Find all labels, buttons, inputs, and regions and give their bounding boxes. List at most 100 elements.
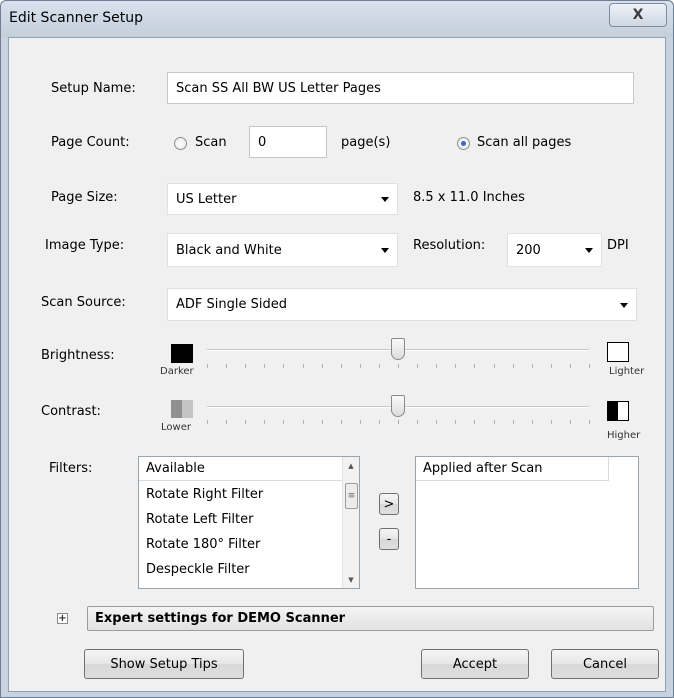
scan-all-pages-radio[interactable] xyxy=(457,137,470,150)
page-count-label: Page Count: xyxy=(51,135,130,150)
scan-all-pages-label[interactable]: Scan all pages xyxy=(477,135,571,150)
slider-tick xyxy=(226,364,227,368)
available-filters-scrollbar[interactable]: ▲ ≡ ▼ xyxy=(342,457,359,588)
slider-tick xyxy=(264,364,265,368)
title-bar[interactable]: Edit Scanner Setup X xyxy=(1,1,673,37)
cancel-label: Cancel xyxy=(582,656,628,672)
slider-tick xyxy=(207,364,208,368)
slider-tick xyxy=(513,364,514,368)
remove-filter-button-label: - xyxy=(386,531,392,547)
scan-source-dropdown[interactable]: ADF Single Sided xyxy=(167,288,637,321)
slider-tick xyxy=(455,364,456,368)
filter-list-item[interactable]: Rotate 180° Filter xyxy=(146,537,260,552)
page-count-input[interactable]: 0 xyxy=(249,126,327,158)
accept-label: Accept xyxy=(452,656,498,672)
applied-filters-header: Applied after Scan xyxy=(416,457,608,481)
slider-tick xyxy=(474,364,475,368)
slider-tick xyxy=(360,364,361,368)
add-filter-button-label: > xyxy=(383,496,395,512)
slider-tick xyxy=(436,364,437,368)
scan-count-radio[interactable] xyxy=(174,137,187,150)
lower-contrast-swatch-icon xyxy=(171,400,193,418)
page-count-value: 0 xyxy=(258,134,267,150)
slider-tick xyxy=(341,364,342,368)
slider-tick xyxy=(360,420,361,424)
scan-count-radio-label[interactable]: Scan xyxy=(195,135,227,150)
chevron-down-icon xyxy=(381,197,389,202)
setup-name-value: Scan SS All BW US Letter Pages xyxy=(176,80,381,96)
filters-label: Filters: xyxy=(49,461,93,476)
image-type-dropdown[interactable]: Black and White xyxy=(167,233,398,267)
slider-tick xyxy=(589,420,590,424)
slider-tick xyxy=(532,364,533,368)
resolution-dropdown[interactable]: 200 xyxy=(507,233,602,267)
accept-button[interactable]: Accept xyxy=(421,649,529,679)
slider-tick xyxy=(283,420,284,424)
column-divider xyxy=(608,457,609,481)
slider-tick xyxy=(303,364,304,368)
slider-tick xyxy=(322,420,323,424)
chevron-down-icon xyxy=(381,248,389,253)
slider-tick xyxy=(398,364,399,368)
darker-swatch-icon xyxy=(171,344,193,363)
scan-source-label: Scan Source: xyxy=(41,295,126,310)
slider-tick xyxy=(494,420,495,424)
slider-tick xyxy=(283,364,284,368)
dialog-body: Setup Name: Scan SS All BW US Letter Pag… xyxy=(8,37,666,692)
contrast-label: Contrast: xyxy=(41,404,101,419)
page-count-unit-label: page(s) xyxy=(341,135,391,150)
remove-filter-button[interactable]: - xyxy=(379,528,399,550)
image-type-label: Image Type: xyxy=(45,238,125,253)
slider-tick xyxy=(551,420,552,424)
available-filters-list[interactable]: Available Rotate Right Filter Rotate Left… xyxy=(138,456,360,589)
scroll-thumb[interactable]: ≡ xyxy=(345,483,358,509)
chevron-down-icon xyxy=(585,248,593,253)
slider-tick xyxy=(570,364,571,368)
slider-tick xyxy=(551,364,552,368)
chevron-down-icon xyxy=(620,302,628,308)
show-setup-tips-button[interactable]: Show Setup Tips xyxy=(84,649,244,679)
slider-tick xyxy=(513,420,514,424)
page-size-dropdown[interactable]: US Letter xyxy=(167,183,398,215)
lighter-swatch-icon xyxy=(607,342,629,362)
slider-tick xyxy=(264,420,265,424)
slider-tick xyxy=(494,364,495,368)
page-size-dimensions: 8.5 x 11.0 Inches xyxy=(413,190,525,205)
page-size-selected: US Letter xyxy=(176,191,237,207)
setup-name-input[interactable]: Scan SS All BW US Letter Pages xyxy=(167,72,634,104)
applied-filters-list[interactable]: Applied after Scan xyxy=(415,456,639,589)
brightness-label: Brightness: xyxy=(41,348,115,363)
higher-contrast-swatch-icon xyxy=(607,401,629,421)
brightness-slider-thumb[interactable] xyxy=(391,338,405,360)
close-button[interactable]: X xyxy=(609,3,667,27)
scroll-down-icon[interactable]: ▼ xyxy=(343,571,359,588)
scroll-up-icon[interactable]: ▲ xyxy=(343,457,359,474)
slider-tick xyxy=(379,364,380,368)
add-filter-button[interactable]: > xyxy=(379,493,399,515)
slider-tick xyxy=(379,420,380,424)
setup-name-label: Setup Name: xyxy=(51,81,136,96)
resolution-unit-label: DPI xyxy=(607,238,629,253)
resolution-selected: 200 xyxy=(516,242,541,258)
slider-tick xyxy=(303,420,304,424)
filter-list-item[interactable]: Despeckle Filter xyxy=(146,562,250,577)
contrast-slider-thumb[interactable] xyxy=(391,395,405,417)
slider-tick xyxy=(226,420,227,424)
expert-settings-bar[interactable]: Expert settings for DEMO Scanner xyxy=(87,606,654,631)
scanner-setup-window: Edit Scanner Setup X Setup Name: Scan SS… xyxy=(0,0,674,698)
filter-list-item[interactable]: Rotate Right Filter xyxy=(146,487,263,502)
close-icon: X xyxy=(632,7,644,23)
slider-tick xyxy=(341,420,342,424)
available-filters-header: Available xyxy=(139,457,343,481)
page-size-label: Page Size: xyxy=(51,190,118,205)
contrast-max-label: Higher xyxy=(607,430,641,441)
slider-tick xyxy=(398,420,399,424)
resolution-label: Resolution: xyxy=(413,238,486,253)
expand-plus-icon[interactable]: + xyxy=(57,613,68,624)
filter-list-item[interactable]: Rotate Left Filter xyxy=(146,512,253,527)
slider-tick xyxy=(245,420,246,424)
show-setup-tips-label: Show Setup Tips xyxy=(110,656,218,672)
slider-tick xyxy=(589,364,590,368)
slider-tick xyxy=(474,420,475,424)
cancel-button[interactable]: Cancel xyxy=(551,649,659,679)
